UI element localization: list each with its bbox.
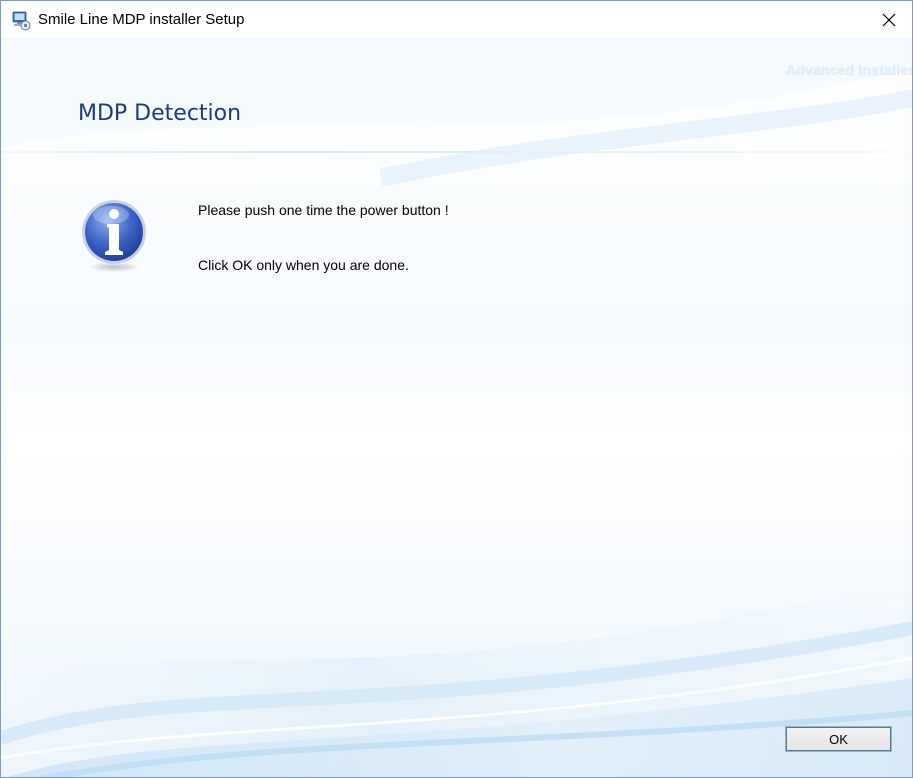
brand-watermark: Advanced Installer	[785, 62, 913, 78]
installer-computer-icon	[11, 11, 31, 31]
page-title: MDP Detection	[78, 101, 242, 126]
confirmation-text: Click OK only when you are done.	[198, 257, 409, 273]
instruction-text: Please push one time the power button !	[198, 202, 449, 218]
dialog-content: Advanced Installer MDP Detection Please …	[1, 38, 913, 777]
background-waves	[1, 38, 912, 777]
info-icon	[82, 200, 146, 272]
title-bar: Smile Line MDP installer Setup	[1, 1, 912, 38]
close-icon	[882, 13, 896, 26]
installer-window: Smile Line MDP installer Setup Advanced …	[0, 0, 913, 778]
header-divider	[1, 151, 912, 153]
close-button[interactable]	[866, 1, 912, 38]
window-title: Smile Line MDP installer Setup	[38, 11, 245, 28]
ok-button[interactable]: OK	[785, 726, 892, 752]
